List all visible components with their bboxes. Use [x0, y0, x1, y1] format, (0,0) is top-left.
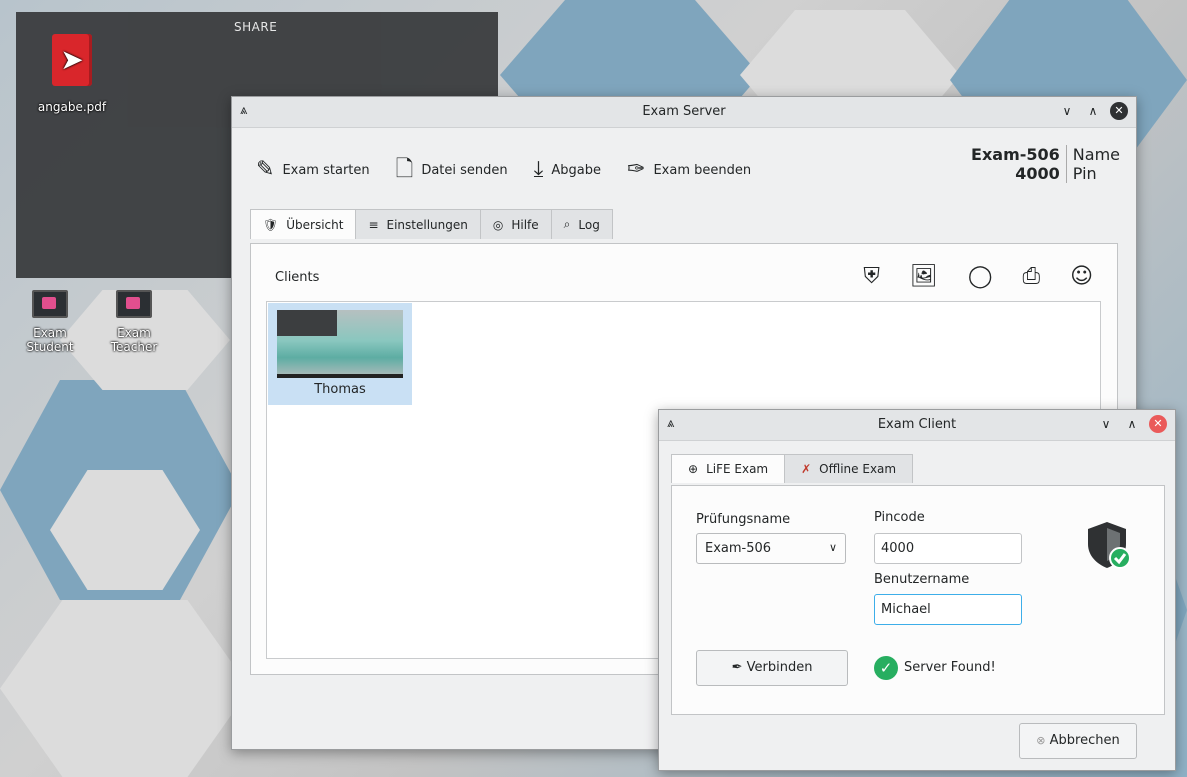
- sliders-icon: ≡: [368, 217, 379, 232]
- tab-label: LiFE Exam: [706, 462, 769, 476]
- collect-label: Abgabe: [551, 162, 602, 178]
- download-icon: ⤓: [533, 157, 544, 182]
- tab-label: Übersicht: [286, 217, 344, 232]
- file-send-icon: 🗋: [395, 157, 414, 182]
- pencil-icon: ✎: [256, 157, 275, 182]
- share-icon: ⊕: [688, 462, 699, 476]
- add-users-icon[interactable]: ☺: [1070, 264, 1093, 289]
- close-button[interactable]: ✕: [1110, 102, 1128, 120]
- client-titlebar[interactable]: ⩓ Exam Client ∨ ∧ ✕: [659, 410, 1175, 441]
- desktop-icon-angabe-pdf[interactable]: ➤ angabe.pdf: [22, 34, 122, 114]
- cancel-icon: ⊗: [1036, 734, 1046, 747]
- client-tile-thomas[interactable]: Thomas: [268, 303, 412, 405]
- background-hexagon: [0, 600, 250, 777]
- connect-label: Verbinden: [746, 660, 813, 675]
- tab-label: Einstellungen: [386, 217, 468, 232]
- desktop-icon-exam-teacher[interactable]: Exam Teacher: [104, 290, 164, 354]
- check-circle-icon: ✓: [874, 656, 898, 680]
- minimize-button[interactable]: ∨: [1097, 415, 1115, 433]
- exam-start-label: Exam starten: [282, 162, 370, 178]
- exam-pin-key: Pin: [1072, 164, 1097, 183]
- tab-log[interactable]: ⌕ Log: [550, 209, 613, 239]
- desktop-icon-label: Exam Student: [26, 326, 74, 354]
- exam-start-button[interactable]: ✎ Exam starten: [256, 159, 370, 181]
- maximize-button[interactable]: ∧: [1084, 102, 1102, 120]
- username-input[interactable]: Michael: [874, 594, 1022, 625]
- tab-offline-exam[interactable]: ✗ Offline Exam: [784, 454, 914, 483]
- exam-name-key: Name: [1072, 145, 1120, 164]
- tab-label: Log: [578, 217, 600, 232]
- compass-icon: ◎: [492, 217, 504, 232]
- search-icon: ⌕: [563, 217, 571, 231]
- tab-life-exam[interactable]: ⊕ LiFE Exam: [671, 454, 786, 483]
- exam-end-label: Exam beenden: [653, 162, 752, 178]
- collect-button[interactable]: ⤓ Abgabe: [534, 159, 601, 181]
- client-screenshot-thumbnail: [277, 310, 403, 378]
- exam-name-value: Exam-506: [971, 145, 1060, 164]
- server-titlebar[interactable]: ⩓ Exam Server ∨ ∧ ✕: [232, 97, 1136, 128]
- send-file-button[interactable]: 🗋 Datei senden: [396, 159, 508, 181]
- exam-student-icon: [32, 290, 68, 318]
- disconnected-icon: ✗: [801, 462, 812, 476]
- desktop-icon-label: Exam Teacher: [110, 326, 158, 354]
- exam-pin-value: 4000: [1015, 164, 1060, 183]
- cancel-label: Abbrechen: [1049, 733, 1120, 748]
- exam-name-select[interactable]: Exam-506 ∨: [696, 533, 846, 564]
- client-actions: ⛨ 🖼 ◯ ⎙ ☺: [863, 264, 1093, 289]
- exam-end-button[interactable]: ✑ Exam beenden: [627, 159, 751, 181]
- maximize-button[interactable]: ∧: [1123, 415, 1141, 433]
- username-label: Benutzername: [874, 572, 970, 587]
- client-name: Thomas: [314, 382, 366, 397]
- server-toolbar: ✎ Exam starten 🗋 Datei senden ⤓ Abgabe ✑…: [256, 159, 751, 181]
- connect-button[interactable]: ✒ Verbinden: [696, 650, 848, 686]
- server-window-title: Exam Server: [642, 104, 726, 119]
- exam-name-label: Prüfungsname: [696, 512, 791, 527]
- plug-icon: ✒: [731, 660, 743, 675]
- cancel-button[interactable]: ⊗ Abbrechen: [1019, 723, 1137, 759]
- server-tabs: 🛡 Übersicht ≡ Einstellungen ◎ Hilfe ⌕ Lo…: [250, 209, 613, 239]
- tab-hilfe[interactable]: ◎ Hilfe: [479, 209, 552, 239]
- share-title: SHARE: [234, 20, 278, 34]
- pdf-file-icon: ➤: [52, 34, 92, 86]
- clients-label: Clients: [275, 270, 320, 285]
- life-exam-panel: Prüfungsname Exam-506 ∨ Pincode 4000 Ben…: [671, 485, 1165, 715]
- screenshot-icon[interactable]: 🖼: [910, 264, 938, 289]
- desktop-icon-exam-student[interactable]: Exam Student: [22, 290, 78, 354]
- client-tabs: ⊕ LiFE Exam ✗ Offline Exam: [671, 454, 914, 483]
- tab-uebersicht[interactable]: 🛡 Übersicht: [250, 209, 357, 239]
- minimize-button[interactable]: ∨: [1058, 102, 1076, 120]
- exam-teacher-icon: [116, 290, 152, 318]
- chevron-down-icon: ∨: [828, 541, 837, 554]
- printer-icon[interactable]: ⎙: [1022, 264, 1040, 289]
- timer-icon[interactable]: ◯: [968, 264, 993, 289]
- shield-lock-icon[interactable]: ⛨: [863, 264, 880, 289]
- pencil-off-icon: ✑: [627, 157, 646, 182]
- tab-label: Hilfe: [511, 217, 539, 232]
- shield-check-icon: [1084, 520, 1131, 570]
- shield-icon: 🛡: [263, 217, 279, 232]
- pincode-input[interactable]: 4000: [874, 533, 1022, 564]
- pincode-label: Pincode: [874, 510, 925, 525]
- close-button[interactable]: ✕: [1149, 415, 1167, 433]
- exam-info: Exam-506 4000 Name Pin: [971, 145, 1120, 183]
- send-file-label: Datei senden: [421, 162, 508, 178]
- exam-name-selected: Exam-506: [705, 541, 772, 556]
- exam-client-window: ⩓ Exam Client ∨ ∧ ✕ ⊕ LiFE Exam ✗ Offlin…: [658, 409, 1176, 771]
- desktop-icon-label: angabe.pdf: [37, 100, 107, 114]
- tab-label: Offline Exam: [819, 462, 897, 476]
- server-status-text: Server Found!: [904, 660, 996, 675]
- tab-einstellungen[interactable]: ≡ Einstellungen: [355, 209, 481, 239]
